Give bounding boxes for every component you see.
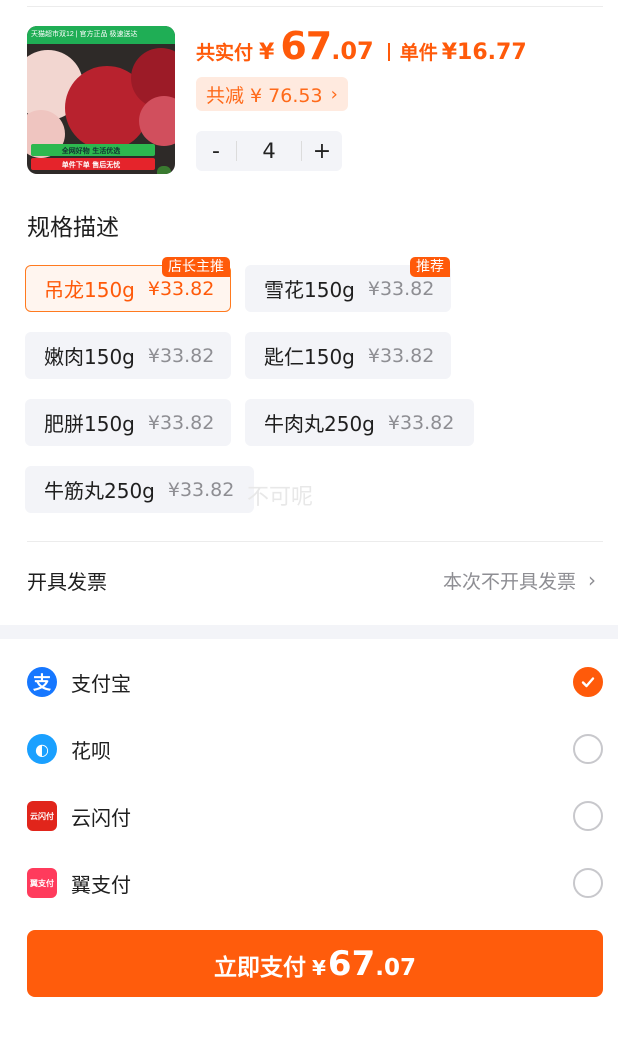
- section-gap: [0, 625, 618, 639]
- invoice-value-text: 本次不开具发票: [442, 570, 576, 593]
- payment-method-label: 云闪付: [71, 805, 131, 830]
- mascot-icon: [157, 166, 171, 174]
- spec-badge: 店长主推: [162, 257, 230, 277]
- radio-unchecked[interactable]: [573, 801, 603, 831]
- unit-price-label: 单件: [399, 42, 438, 64]
- image-banner-text: 天猫超市双12 | 官方正品 极速送达: [31, 31, 138, 38]
- spec-option[interactable]: 嫩肉150g ¥33.82: [25, 332, 231, 379]
- spec-option[interactable]: 雪花150g ¥33.82 推荐: [245, 257, 451, 312]
- spec-option-name: 牛筋丸250g: [44, 479, 155, 503]
- increase-button[interactable]: +: [302, 131, 342, 171]
- spec-option-name: 雪花150g: [264, 278, 355, 302]
- section-divider: [27, 541, 603, 542]
- currency-symbol: ¥: [259, 40, 275, 65]
- total-price-integer: 67: [280, 24, 332, 68]
- total-price-decimal: .07: [331, 37, 374, 65]
- spec-option[interactable]: 肥胼150g ¥33.82: [25, 399, 231, 446]
- meat-plate: [139, 96, 175, 146]
- spec-option[interactable]: 牛筋丸250g ¥33.82: [25, 466, 254, 513]
- spec-option-price: ¥33.82: [167, 478, 235, 501]
- discount-tag[interactable]: 共减 ¥ 76.53 ›: [196, 77, 348, 111]
- total-price-label: 共实付: [196, 42, 254, 64]
- spec-option-name: 肥胼150g: [44, 412, 135, 436]
- spec-option[interactable]: 吊龙150g ¥33.82 店长主推: [25, 257, 231, 312]
- bestpay-icon: 翼支付: [27, 868, 57, 898]
- chevron-right-icon: ›: [330, 83, 338, 105]
- pay-button-label: 立即支付: [214, 955, 306, 981]
- invoice-label: 开具发票: [27, 569, 107, 594]
- discount-text: 共减 ¥ 76.53: [206, 84, 323, 107]
- watermark: 不可呢: [247, 485, 314, 510]
- spec-option-price: ¥33.82: [147, 411, 215, 434]
- spec-option-price: ¥33.82: [147, 344, 215, 367]
- payment-method-alipay[interactable]: 支 支付宝: [27, 662, 603, 702]
- price-separator: [387, 43, 390, 61]
- quantity-value[interactable]: 4: [236, 141, 302, 162]
- unionpay-icon: 云闪付: [27, 801, 57, 831]
- spec-option-price: ¥33.82: [147, 277, 215, 300]
- spec-option-name: 牛肉丸250g: [264, 412, 375, 436]
- spec-section-title: 规格描述: [27, 215, 119, 241]
- invoice-value: 本次不开具发票 ›: [443, 567, 596, 594]
- radio-unchecked[interactable]: [573, 734, 603, 764]
- payment-method-label: 花呗: [71, 738, 111, 763]
- spec-option-name: 吊龙150g: [44, 278, 135, 302]
- payment-method-unionpay[interactable]: 云闪付 云闪付: [27, 796, 603, 836]
- spec-option-price: ¥33.82: [367, 344, 435, 367]
- alipay-icon: 支: [27, 667, 57, 697]
- image-footer-green-text: 全网好物 生活优选: [61, 147, 121, 155]
- quantity-stepper[interactable]: - 4 +: [196, 131, 342, 171]
- price-row: 共实付 ¥ 67 .07 单件 ¥16.77: [196, 24, 527, 68]
- spec-option-price: ¥33.82: [387, 411, 455, 434]
- payment-method-huabei[interactable]: ◐ 花呗: [27, 729, 603, 769]
- payment-method-label: 支付宝: [71, 671, 131, 696]
- radio-unchecked[interactable]: [573, 868, 603, 898]
- spec-option[interactable]: 匙仁150g ¥33.82: [245, 332, 451, 379]
- pay-button-currency: ¥: [312, 956, 326, 980]
- check-icon: [581, 677, 595, 688]
- radio-checked[interactable]: [573, 667, 603, 697]
- spec-option-name: 匙仁150g: [264, 345, 355, 369]
- pay-button-decimal: .07: [375, 955, 416, 981]
- payment-method-bestpay[interactable]: 翼支付 翼支付: [27, 863, 603, 903]
- spec-option-price: ¥33.82: [367, 277, 435, 300]
- product-image: 天猫超市双12 | 官方正品 极速送达 全网好物 生活优选 单件下单 售后无忧: [27, 26, 175, 174]
- unit-price-value: ¥16.77: [441, 40, 527, 65]
- invoice-row[interactable]: 开具发票 本次不开具发票 ›: [27, 560, 596, 600]
- payment-method-label: 翼支付: [71, 872, 131, 897]
- spec-option[interactable]: 牛肉丸250g ¥33.82: [245, 399, 474, 446]
- pay-button-integer: 67: [327, 944, 376, 984]
- spec-option-name: 嫩肉150g: [44, 345, 135, 369]
- spec-badge: 推荐: [410, 257, 450, 277]
- huabei-icon: ◐: [27, 734, 57, 764]
- decrease-button[interactable]: -: [196, 131, 236, 171]
- pay-now-button[interactable]: 立即支付 ¥ 67 .07: [27, 930, 603, 997]
- image-footer-red-text: 单件下单 售后无忧: [61, 161, 121, 169]
- chevron-right-icon: ›: [588, 568, 596, 592]
- top-divider: [27, 6, 603, 7]
